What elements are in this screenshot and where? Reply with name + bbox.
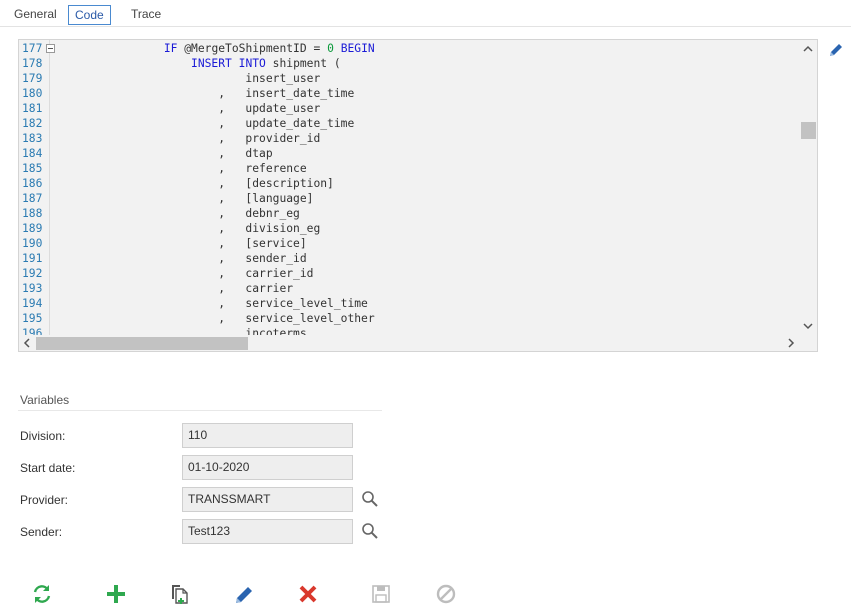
line-number: 192 [22, 267, 43, 280]
copy-icon [172, 585, 188, 604]
code-text: insert_user [55, 72, 321, 85]
cancel-icon [436, 584, 456, 604]
sender-label: Sender: [20, 525, 63, 539]
line-number: 181 [22, 102, 43, 115]
line-number: 193 [22, 282, 43, 295]
code-text: , dtap [55, 147, 273, 160]
line-number: 194 [22, 297, 43, 310]
line-number: 182 [22, 117, 43, 130]
line-number: 184 [22, 147, 43, 160]
code-line: 185 , reference [19, 161, 799, 176]
refresh-button[interactable] [30, 582, 54, 606]
code-line: 190 , [service] [19, 236, 799, 251]
code-line: 195 , service_level_other [19, 311, 799, 326]
tab-general[interactable]: General [8, 5, 63, 25]
delete-icon [299, 585, 317, 603]
variables-section-title: Variables [20, 393, 70, 407]
sender-search-icon[interactable] [361, 522, 379, 540]
code-text: , division_eg [55, 222, 321, 235]
provider-search-icon[interactable] [361, 490, 379, 508]
copy-button[interactable] [168, 582, 192, 606]
code-line: 187 , [language] [19, 191, 799, 206]
vertical-scrollbar[interactable] [800, 40, 817, 335]
code-text: , update_date_time [55, 117, 355, 130]
code-text: , debnr_eg [55, 207, 300, 220]
refresh-icon [33, 585, 51, 603]
line-number: 187 [22, 192, 43, 205]
code-text: INSERT INTO shipment ( [191, 57, 341, 70]
fold-toggle-icon[interactable] [46, 44, 55, 53]
line-number: 177 [22, 42, 43, 55]
edit-button[interactable] [232, 582, 256, 606]
code-line: 180 , insert_date_time [19, 86, 799, 101]
edit-icon [236, 587, 252, 603]
code-text: , service_level_other [55, 312, 375, 325]
line-number: 188 [22, 207, 43, 220]
line-number: 191 [22, 252, 43, 265]
delete-button[interactable] [296, 582, 320, 606]
cancel-button[interactable] [434, 582, 458, 606]
line-number: 195 [22, 312, 43, 325]
line-number: 183 [22, 132, 43, 145]
save-icon [372, 585, 390, 603]
add-button[interactable] [104, 582, 128, 606]
add-icon [107, 585, 125, 603]
tab-bar: General Code Trace [0, 0, 851, 27]
code-line: 191 , sender_id [19, 251, 799, 266]
code-text: , provider_id [55, 132, 321, 145]
line-number: 180 [22, 87, 43, 100]
code-line: 179 insert_user [19, 71, 799, 86]
horizontal-scrollbar[interactable] [19, 335, 801, 351]
horizontal-scroll-thumb[interactable] [36, 337, 248, 350]
code-text: , carrier [55, 282, 294, 295]
provider-field[interactable]: TRANSSMART [182, 487, 353, 512]
tab-code[interactable]: Code [68, 5, 111, 25]
code-text: , service_level_time [55, 297, 368, 310]
scroll-left-icon[interactable] [23, 338, 31, 350]
start-date-field[interactable]: 01-10-2020 [182, 455, 353, 480]
code-line: 184 , dtap [19, 146, 799, 161]
code-line: 189 , division_eg [19, 221, 799, 236]
start-date-label: Start date: [20, 461, 76, 475]
code-text: , update_user [55, 102, 321, 115]
tab-trace[interactable]: Trace [125, 5, 167, 25]
division-label: Division: [20, 429, 66, 443]
code-text: , [language] [55, 192, 314, 205]
code-line: 193 , carrier [19, 281, 799, 296]
code-line: 192 , carrier_id [19, 266, 799, 281]
scroll-down-icon[interactable] [803, 321, 813, 332]
line-number: 179 [22, 72, 43, 85]
code-editor[interactable]: 177 IF @MergeToShipmentID = 0 BEGIN 178 I… [18, 39, 818, 352]
division-field[interactable]: 110 [182, 423, 353, 448]
code-line: 183 , provider_id [19, 131, 799, 146]
scroll-right-icon[interactable] [787, 338, 795, 350]
scroll-up-icon[interactable] [803, 44, 813, 55]
sender-field[interactable]: Test123 [182, 519, 353, 544]
code-text: , insert_date_time [55, 87, 355, 100]
code-line: 182 , update_date_time [19, 116, 799, 131]
line-number: 178 [22, 57, 43, 70]
code-text: , carrier_id [55, 267, 314, 280]
code-text: , reference [55, 162, 307, 175]
code-line: 181 , update_user [19, 101, 799, 116]
line-number: 185 [22, 162, 43, 175]
code-text: , [service] [55, 237, 307, 250]
section-divider [18, 410, 382, 411]
vertical-scroll-thumb[interactable] [801, 122, 816, 139]
edit-code-pencil-icon[interactable] [828, 42, 844, 58]
code-line: 194 , service_level_time [19, 296, 799, 311]
save-button[interactable] [369, 582, 393, 606]
code-line: 186 , [description] [19, 176, 799, 191]
line-number: 189 [22, 222, 43, 235]
line-number: 186 [22, 177, 43, 190]
code-text: , [description] [55, 177, 334, 190]
code-text: , sender_id [55, 252, 307, 265]
code-line: 177 IF @MergeToShipmentID = 0 BEGIN [19, 41, 799, 56]
provider-label: Provider: [20, 493, 69, 507]
line-number: 190 [22, 237, 43, 250]
code-text: IF @MergeToShipmentID = 0 BEGIN [163, 42, 375, 55]
scrollbar-corner [800, 335, 817, 351]
code-line: 178 INSERT INTO shipment ( [19, 56, 799, 71]
code-line: 188 , debnr_eg [19, 206, 799, 221]
